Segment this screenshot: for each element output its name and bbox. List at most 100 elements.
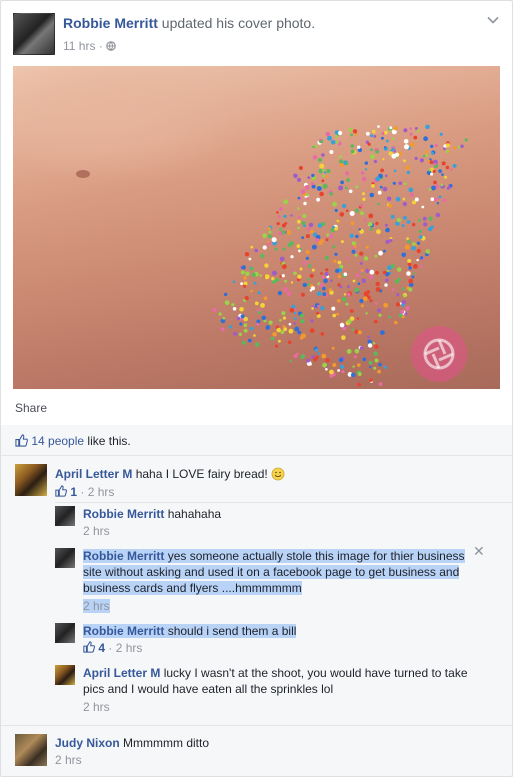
sprinkle-dot bbox=[305, 234, 310, 239]
replier-name[interactable]: Robbie Merritt bbox=[83, 507, 164, 521]
sprinkle-dot bbox=[303, 201, 307, 206]
sprinkle-dot bbox=[311, 307, 314, 310]
sprinkle-dot bbox=[402, 201, 407, 207]
author-name-link[interactable]: Robbie Merritt bbox=[63, 15, 158, 31]
sprinkle-dot bbox=[231, 303, 235, 307]
sprinkle-dot bbox=[419, 264, 423, 268]
comment-timestamp[interactable]: 2 hrs bbox=[55, 753, 82, 767]
replier-avatar[interactable] bbox=[55, 665, 75, 685]
sprinkle-dot bbox=[339, 162, 344, 168]
sprinkle-dot bbox=[240, 270, 245, 275]
replier-name[interactable]: Robbie Merritt bbox=[83, 549, 164, 563]
sprinkle-dot bbox=[420, 256, 424, 260]
reply-like-count[interactable]: 4 bbox=[98, 641, 105, 655]
sprinkle-dot bbox=[384, 130, 388, 135]
sprinkle-dot bbox=[296, 244, 301, 248]
sprinkle-dot bbox=[289, 241, 294, 246]
sprinkle-dot bbox=[293, 322, 296, 325]
sprinkle-dot bbox=[403, 128, 408, 133]
commenter-avatar[interactable] bbox=[15, 734, 47, 766]
chevron-down-icon[interactable] bbox=[486, 13, 500, 27]
sprinkle-dot bbox=[241, 340, 246, 345]
sprinkle-dot bbox=[300, 189, 306, 195]
sprinkle-dot bbox=[371, 129, 376, 134]
sprinkle-dot bbox=[375, 149, 380, 154]
sprinkle-dot bbox=[306, 197, 310, 200]
sprinkle-dot bbox=[328, 288, 332, 292]
sprinkle-dot bbox=[240, 314, 245, 319]
sprinkle-dot bbox=[345, 209, 349, 213]
sprinkle-dot bbox=[262, 245, 267, 250]
reply-timestamp[interactable]: 2 hrs bbox=[116, 641, 143, 655]
sprinkle-dot bbox=[373, 159, 377, 164]
reply-timestamp[interactable]: 2 hrs bbox=[83, 599, 110, 613]
sprinkle-dot bbox=[325, 131, 331, 137]
sprinkle-dot bbox=[425, 124, 430, 130]
sprinkle-dot bbox=[402, 215, 407, 220]
globe-icon bbox=[106, 39, 116, 53]
sprinkle-dot bbox=[377, 190, 382, 195]
replier-avatar[interactable] bbox=[55, 548, 75, 568]
share-link[interactable]: Share bbox=[15, 401, 47, 415]
sprinkle-dot bbox=[378, 382, 383, 386]
sprinkle-dot bbox=[409, 127, 412, 130]
sprinkle-dot bbox=[321, 179, 325, 183]
sprinkle-dot bbox=[361, 176, 367, 182]
smiley-icon bbox=[271, 467, 285, 481]
comment-like-count[interactable]: 1 bbox=[70, 485, 77, 499]
sprinkle-dot bbox=[418, 235, 423, 239]
sprinkle-dot bbox=[305, 256, 309, 260]
reply-timestamp[interactable]: 2 hrs bbox=[83, 524, 110, 538]
sprinkle-dot bbox=[408, 187, 414, 193]
sprinkle-dot bbox=[396, 267, 402, 272]
sprinkle-dot bbox=[302, 282, 307, 288]
sprinkle-dot bbox=[351, 249, 356, 254]
sprinkle-dot bbox=[453, 146, 457, 150]
replier-avatar[interactable] bbox=[55, 623, 75, 643]
commenter-avatar[interactable] bbox=[15, 464, 47, 496]
sprinkle-dot bbox=[401, 224, 405, 228]
sprinkle-dot bbox=[355, 273, 360, 278]
reply-meta: 4 · 2 hrs bbox=[83, 641, 142, 655]
commenter-name[interactable]: April Letter M bbox=[55, 467, 132, 481]
sprinkle-dot bbox=[283, 199, 289, 205]
sprinkle-dot bbox=[363, 296, 368, 302]
reply-body: Robbie Merritt yes someone actually stol… bbox=[83, 548, 465, 596]
sprinkle-dot bbox=[384, 223, 388, 227]
sprinkle-dot bbox=[367, 343, 373, 348]
author-avatar[interactable] bbox=[13, 13, 55, 55]
sprinkle-dot bbox=[298, 249, 301, 253]
sprinkle-dot bbox=[297, 196, 301, 200]
thumbs-up-icon bbox=[83, 641, 98, 655]
sprinkle-dot bbox=[443, 147, 446, 151]
commenter-name[interactable]: Judy Nixon bbox=[55, 736, 120, 750]
sprinkle-dot bbox=[332, 245, 336, 249]
sprinkle-dot bbox=[320, 332, 325, 336]
sprinkle-dot bbox=[300, 354, 305, 360]
sprinkle-dot bbox=[341, 370, 345, 374]
timestamp-link[interactable]: 11 hrs bbox=[63, 39, 95, 53]
sprinkle-dot bbox=[309, 229, 314, 234]
sprinkle-dot bbox=[368, 274, 374, 280]
sprinkle-dot bbox=[369, 227, 374, 231]
sprinkle-dot bbox=[378, 362, 382, 367]
likers-link[interactable]: 14 people bbox=[31, 434, 84, 448]
replier-name[interactable]: April Letter M bbox=[83, 666, 160, 680]
sprinkle-dot bbox=[386, 139, 389, 143]
reply-timestamp[interactable]: 2 hrs bbox=[83, 700, 110, 714]
close-icon[interactable]: ✕ bbox=[473, 543, 485, 560]
sprinkle-dot bbox=[444, 175, 448, 179]
sprinkle-dot bbox=[377, 369, 381, 374]
comment-timestamp[interactable]: 2 hrs bbox=[88, 485, 115, 499]
sprinkle-dot bbox=[279, 227, 282, 231]
replier-avatar[interactable] bbox=[55, 506, 75, 526]
sprinkle-dot bbox=[400, 309, 405, 314]
sprinkle-dot bbox=[377, 202, 380, 206]
sprinkle-dot bbox=[368, 213, 374, 219]
sprinkle-dot bbox=[222, 316, 226, 320]
replier-name[interactable]: Robbie Merritt bbox=[83, 624, 164, 638]
sprinkle-dot bbox=[345, 186, 348, 190]
sprinkle-dot bbox=[333, 259, 337, 263]
cover-photo[interactable] bbox=[13, 66, 500, 389]
sprinkle-dot bbox=[383, 365, 387, 369]
